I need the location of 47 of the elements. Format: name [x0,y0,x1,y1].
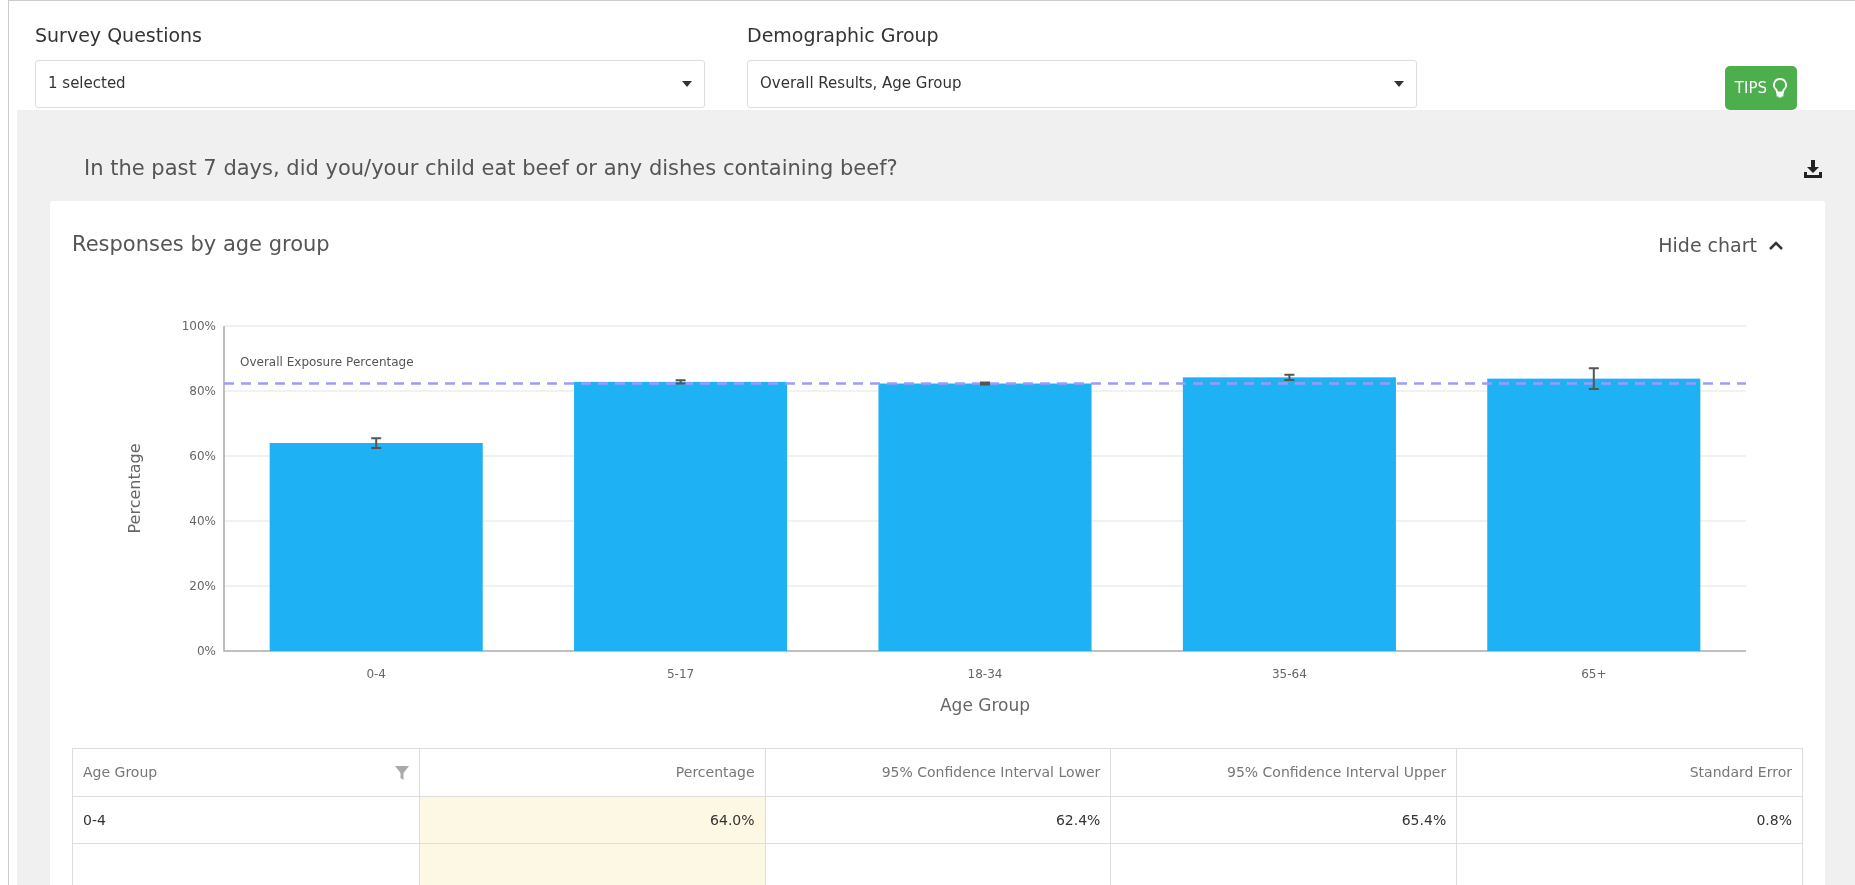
reference-line-label: Overall Exposure Percentage [240,354,414,369]
caret-icon [682,80,692,87]
filter-label: Survey Questions [35,23,203,48]
table-cell: 64.0% [418,797,765,843]
table-cell: 62.4% [764,797,1111,843]
filter-label: Demographic Group [747,23,940,48]
column-header[interactable]: Percentage [418,749,765,796]
error-bar [1283,373,1296,381]
lightbulb-icon [1773,78,1787,98]
tips-button[interactable]: TIPS [1724,66,1797,110]
x-axis-title: Age Group [940,695,1030,715]
y-tick-label: 80% [189,384,216,398]
error-bar [674,379,687,385]
bar[interactable] [1487,378,1701,651]
hide-chart-toggle[interactable]: Hide chart [1658,230,1783,260]
x-tick-label: 0-4 [366,667,386,681]
bar[interactable] [1182,377,1396,651]
download-icon[interactable] [1803,159,1823,178]
error-bar [1587,367,1600,391]
y-tick-label: 100% [181,319,216,333]
bar[interactable] [269,443,483,651]
filter-icon[interactable] [394,765,409,780]
card-title: Responses by age group [72,231,331,259]
y-axis-title: Percentage [125,443,144,534]
x-tick-label: 18-34 [967,667,1003,681]
column-header[interactable]: Age Group [73,749,419,796]
x-tick-label: 65+ [1581,667,1607,681]
question-title: In the past 7 days, did you/your child eat beef or any dishes containing beef? [84,154,899,182]
error-bar [979,381,991,386]
filter-dropdown[interactable]: 1 selected [35,59,705,108]
column-header[interactable]: Standard Error [1456,749,1802,796]
x-tick-label: 35-64 [1271,667,1307,681]
filter-dropdown[interactable]: Overall Results, Age Group [747,59,1417,108]
table-cell: 65.4% [1110,797,1457,843]
y-tick-label: 40% [189,514,216,528]
error-bar [370,437,383,449]
table-cell-text: 0-4 [82,810,107,830]
table-cell: 0.8% [1456,797,1802,843]
column-header[interactable]: 95% Confidence Interval Lower [764,749,1111,796]
y-tick-label: 60% [189,449,216,463]
bar[interactable] [574,381,788,651]
column-header[interactable]: 95% Confidence Interval Upper [1110,749,1457,796]
y-tick-label: 20% [189,579,216,593]
x-tick-label: 5-17 [667,667,695,681]
bar[interactable] [878,383,1092,651]
y-tick-label: 0% [196,644,216,658]
caret-icon [1394,80,1404,87]
